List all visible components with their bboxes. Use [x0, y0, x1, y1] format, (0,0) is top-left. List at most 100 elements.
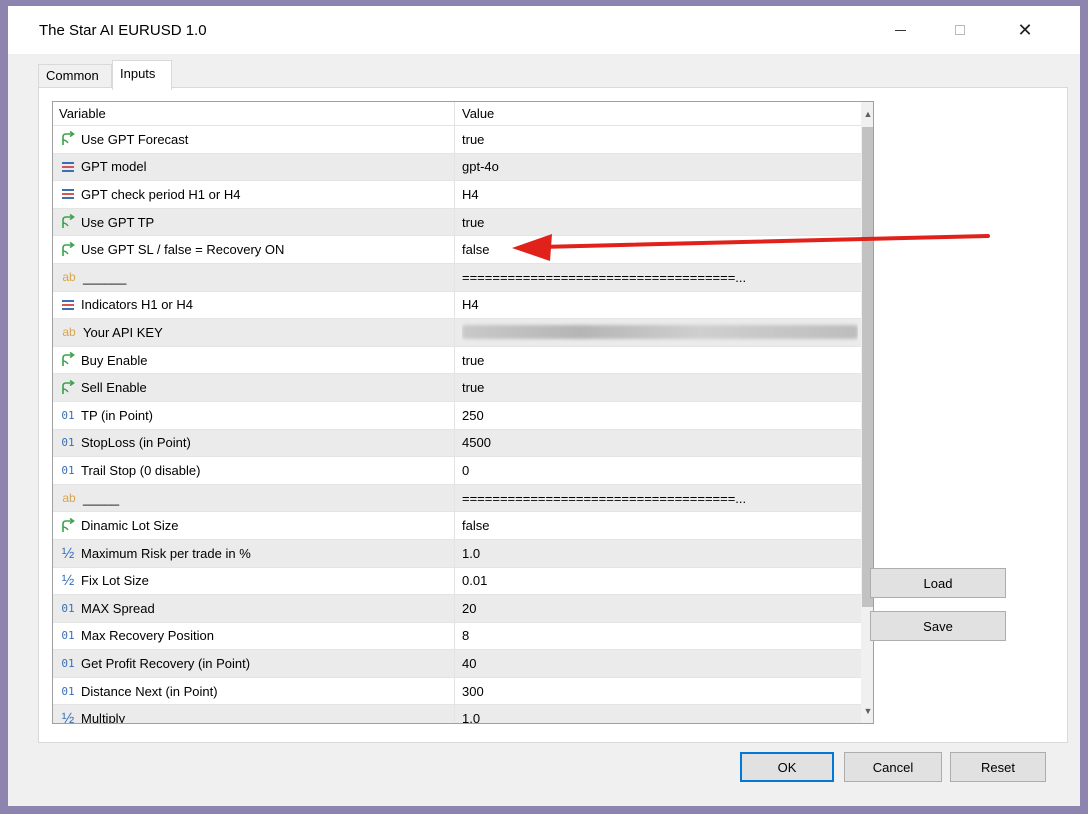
reset-button[interactable]: Reset [950, 752, 1046, 782]
cell-divider [454, 346, 455, 374]
value-text: true [462, 380, 485, 396]
title-bar[interactable]: The Star AI EURUSD 1.0 ✕ [8, 6, 1080, 54]
variable-label: TP (in Point) [81, 407, 154, 423]
string-ab-icon: ab [62, 491, 76, 506]
scroll-up-button[interactable]: ▲ [861, 104, 873, 124]
save-button[interactable]: Save [870, 611, 1006, 641]
value-cell[interactable]: true [462, 126, 858, 153]
value-cell[interactable]: 20 [462, 595, 858, 622]
value-cell[interactable]: H4 [462, 292, 858, 319]
table-row[interactable]: Dinamic Lot Size false [53, 512, 861, 540]
table-row[interactable]: ½ Maximum Risk per trade in % 1.0 [53, 539, 861, 568]
value-text: ====================================... [462, 490, 747, 506]
value-cell[interactable]: 300 [462, 678, 858, 705]
variable-label: Distance Next (in Point) [81, 683, 218, 699]
value-cell[interactable]: true [462, 209, 858, 236]
minimize-icon [894, 29, 906, 31]
tab-common[interactable]: Common [38, 64, 112, 88]
inputs-panel: Variable Value Use GPT Forecast true GPT m… [38, 87, 1068, 743]
column-divider[interactable] [454, 102, 455, 126]
variable-cell: ab ______ [59, 264, 451, 291]
value-cell[interactable]: 1.0 [462, 705, 858, 724]
table-row[interactable]: Use GPT Forecast true [53, 126, 861, 154]
tab-inputs[interactable]: Inputs [112, 60, 172, 90]
value-cell[interactable]: 0.01 [462, 568, 858, 595]
value-cell[interactable]: ====================================... [462, 485, 858, 512]
column-header-value[interactable]: Value [462, 102, 494, 126]
value-cell[interactable]: 4500 [462, 430, 858, 457]
variable-label: Buy Enable [81, 352, 148, 368]
value-cell[interactable]: true [462, 374, 858, 401]
maximize-button[interactable] [930, 6, 990, 54]
value-text: 1.0 [462, 711, 481, 724]
scroll-down-button[interactable]: ▼ [861, 701, 873, 721]
table-row[interactable]: ½ Fix Lot Size 0.01 [53, 567, 861, 596]
ok-button[interactable]: OK [740, 752, 834, 782]
value-cell[interactable]: gpt-4o [462, 154, 858, 181]
variable-label: GPT model [81, 159, 147, 175]
value-text: 40 [462, 656, 477, 672]
table-row[interactable]: 01 StopLoss (in Point) 4500 [53, 429, 861, 458]
window-title: The Star AI EURUSD 1.0 [39, 22, 207, 39]
minimize-button[interactable] [870, 6, 930, 54]
value-text: 1.0 [462, 545, 481, 561]
table-row[interactable]: Buy Enable true [53, 346, 861, 375]
cell-divider [454, 319, 455, 346]
column-header-variable[interactable]: Variable [59, 102, 106, 126]
table-row[interactable]: Use GPT SL / false = Recovery ON false [53, 236, 861, 264]
scrollbar-thumb[interactable] [862, 127, 873, 607]
variable-label: Use GPT TP [81, 214, 155, 230]
value-text: 250 [462, 407, 484, 423]
value-cell[interactable]: 250 [462, 402, 858, 429]
variable-label: Use GPT SL / false = Recovery ON [81, 242, 285, 258]
table-row[interactable]: 01 MAX Spread 20 [53, 595, 861, 623]
table-row[interactable]: Sell Enable true [53, 374, 861, 402]
close-button[interactable]: ✕ [995, 6, 1055, 54]
load-button[interactable]: Load [870, 568, 1006, 598]
variable-cell: Use GPT Forecast [59, 126, 451, 153]
cell-divider [454, 650, 455, 677]
table-row[interactable]: Indicators H1 or H4 H4 [53, 291, 861, 320]
variable-cell: Dinamic Lot Size [59, 512, 451, 539]
table-row[interactable]: 01 Distance Next (in Point) 300 [53, 677, 861, 706]
variable-cell: ab Your API KEY [59, 319, 451, 346]
value-cell[interactable]: false [462, 512, 858, 539]
value-text: true [462, 131, 485, 147]
table-row[interactable]: 01 Trail Stop (0 disable) 0 [53, 457, 861, 485]
value-cell[interactable]: ====================================... [462, 264, 858, 291]
table-row[interactable]: ab Your API KEY [53, 319, 861, 347]
integer-01-icon: 01 [61, 436, 75, 450]
table-row[interactable]: 01 Get Profit Recovery (in Point) 40 [53, 650, 861, 678]
enum-list-icon [59, 186, 77, 202]
value-cell[interactable]: 40 [462, 650, 858, 677]
table-row[interactable]: ½ Multiply 1.0 [53, 705, 861, 724]
cancel-button[interactable]: Cancel [844, 752, 942, 782]
maximize-icon [955, 25, 965, 35]
table-row[interactable]: 01 Max Recovery Position 8 [53, 622, 861, 651]
variable-label: _____ [83, 490, 120, 506]
table-row[interactable]: GPT check period H1 or H4 H4 [53, 181, 861, 209]
redacted-api-key [462, 325, 858, 340]
variable-label: Fix Lot Size [81, 573, 149, 589]
variable-label: Use GPT Forecast [81, 131, 189, 147]
toggle-arrow-icon [59, 131, 77, 147]
table-row[interactable]: ab _____ =================================… [53, 484, 861, 513]
value-text: 4500 [462, 435, 491, 451]
variable-label: Multiply [81, 711, 126, 724]
variable-cell: 01 Get Profit Recovery (in Point) [59, 650, 451, 677]
value-cell[interactable]: false [462, 236, 858, 263]
table-row[interactable]: 01 TP (in Point) 250 [53, 401, 861, 430]
value-cell[interactable] [462, 319, 858, 346]
value-cell[interactable]: 0 [462, 457, 858, 484]
table-row[interactable]: Use GPT TP true [53, 208, 861, 237]
variable-label: Trail Stop (0 disable) [81, 462, 201, 478]
value-cell[interactable]: 8 [462, 623, 858, 650]
variable-cell: 01 StopLoss (in Point) [59, 430, 451, 457]
value-cell[interactable]: 1.0 [462, 540, 858, 567]
enum-list-icon [59, 159, 77, 175]
value-cell[interactable]: true [462, 347, 858, 374]
value-cell[interactable]: H4 [462, 181, 858, 208]
variable-cell: Use GPT TP [59, 209, 451, 236]
table-row[interactable]: ab ______ ================================… [53, 263, 861, 292]
table-row[interactable]: GPT model gpt-4o [53, 153, 861, 182]
